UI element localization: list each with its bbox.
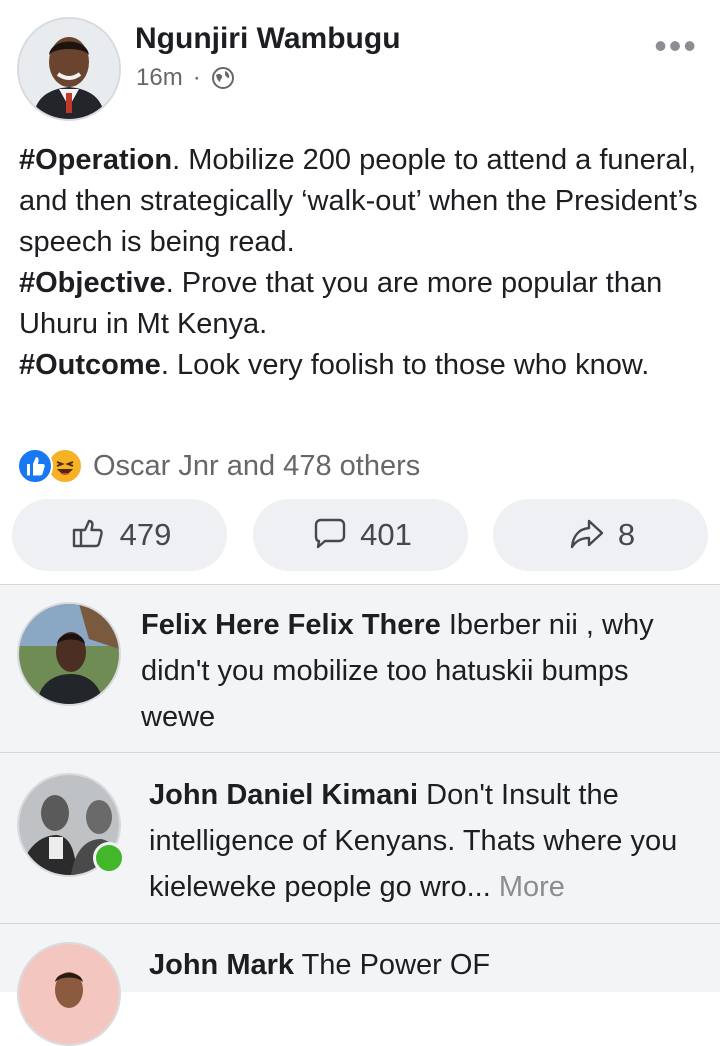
comment-text: John Mark The Power OF — [149, 942, 709, 988]
meta-separator: · — [192, 64, 201, 91]
share-count: 8 — [617, 517, 636, 552]
reactions-summary-text[interactable]: Oscar Jnr and 478 others — [93, 450, 420, 483]
thumbs-up-icon — [68, 513, 108, 558]
comment-item: John Daniel Kimani Don't Insult the inte… — [0, 752, 720, 924]
like-count: 479 — [119, 517, 172, 552]
hashtag-outcome[interactable]: #Outcome — [19, 349, 161, 381]
hashtag-operation[interactable]: #Operation — [19, 144, 172, 176]
comment-author[interactable]: John Daniel Kimani — [149, 779, 418, 811]
author-avatar[interactable] — [17, 17, 121, 121]
comment-author[interactable]: Felix Here Felix There — [141, 609, 441, 641]
reactions-summary[interactable]: Oscar Jnr and 478 others — [17, 446, 420, 486]
commenter-avatar[interactable] — [17, 942, 121, 1046]
comment-body: The Power OF — [294, 949, 491, 981]
post-meta: 16m · — [136, 64, 235, 92]
like-reaction-icon — [17, 448, 53, 484]
share-arrow-icon — [566, 513, 606, 558]
hashtag-objective[interactable]: #Objective — [19, 267, 166, 299]
comment-author[interactable]: John Mark — [149, 949, 294, 981]
like-button[interactable]: 479 — [12, 499, 227, 571]
post-time[interactable]: 16m — [136, 64, 183, 92]
outcome-text: . Look very foolish to those who know. — [160, 349, 650, 381]
post-author-name[interactable]: Ngunjiri Wambugu — [135, 22, 401, 56]
comment-button[interactable]: 401 — [252, 499, 468, 571]
see-more-link[interactable]: More — [499, 871, 565, 903]
more-dots-icon[interactable]: ••• — [654, 28, 698, 64]
post-paragraph-outcome: #Outcome. Look very foolish to those who… — [19, 345, 709, 386]
comment-item: John Mark The Power OF — [0, 923, 720, 1046]
post-card: Ngunjiri Wambugu 16m · ••• #Operation. M… — [0, 0, 720, 585]
post-actions: 479 401 8 — [12, 499, 708, 571]
commenter-avatar[interactable] — [17, 602, 121, 706]
post-text: #Operation. Mobilize 200 people to atten… — [19, 140, 709, 386]
online-status-dot — [93, 842, 125, 874]
post-paragraph-objective: #Objective. Prove that you are more popu… — [19, 263, 709, 345]
globe-icon — [211, 66, 235, 90]
comment-text: John Daniel Kimani Don't Insult the inte… — [149, 772, 709, 910]
comment-count: 401 — [360, 517, 412, 552]
share-button[interactable]: 8 — [493, 499, 708, 571]
comment-bubble-icon — [308, 513, 348, 558]
comment-text: Felix Here Felix There Iberber nii , why… — [141, 602, 701, 740]
comment-item: Felix Here Felix There Iberber nii , why… — [0, 584, 720, 753]
post-paragraph-operation: #Operation. Mobilize 200 people to atten… — [19, 140, 709, 263]
